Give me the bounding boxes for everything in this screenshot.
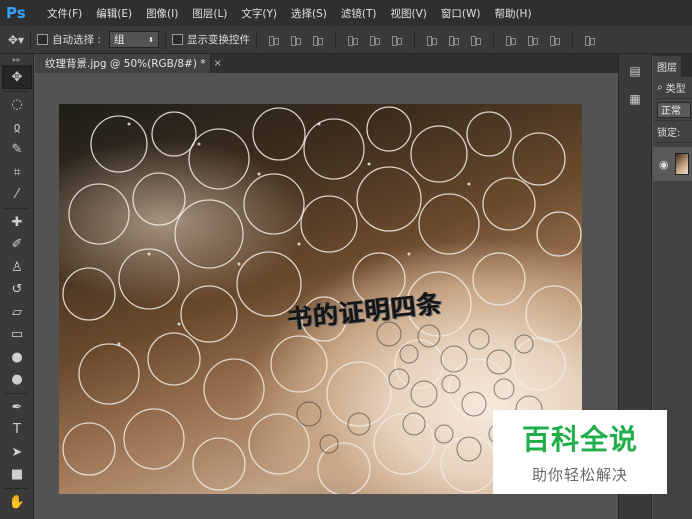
- distribute-right-icon[interactable]: [549, 34, 561, 46]
- eraser-tool-icon[interactable]: ▱: [2, 301, 32, 324]
- blend-mode-dropdown[interactable]: 正常: [657, 101, 691, 118]
- brush-tool-icon[interactable]: ✐: [2, 234, 32, 257]
- dropdown-arrows-icon: ⬍: [148, 35, 154, 44]
- divider: [164, 30, 166, 49]
- align-right-icon[interactable]: [391, 34, 403, 46]
- menu-select[interactable]: 选择(S): [284, 6, 334, 21]
- show-transform-label: 显示变换控件: [186, 34, 250, 46]
- path-selection-tool-icon[interactable]: ➤: [2, 441, 32, 464]
- layer-item[interactable]: ◉: [653, 147, 692, 181]
- layer-kind-filter[interactable]: 类型: [666, 80, 686, 95]
- history-brush-tool-icon[interactable]: ↺: [2, 279, 32, 302]
- distribute-left-icon[interactable]: [505, 34, 517, 46]
- divider: [571, 30, 573, 49]
- lock-row: 锁定:: [653, 121, 692, 143]
- align-bottom-icon[interactable]: [312, 34, 324, 46]
- blur-tool-icon[interactable]: ●: [2, 346, 32, 369]
- distribute-vcenter-icon[interactable]: [448, 34, 460, 46]
- align-top-icon[interactable]: [268, 34, 280, 46]
- divider: [413, 30, 415, 49]
- dodge-tool-icon[interactable]: ●: [2, 369, 32, 392]
- menu-bar: Ps 文件(F) 编辑(E) 图像(I) 图层(L) 文字(Y) 选择(S) 滤…: [0, 0, 692, 26]
- menu-image[interactable]: 图像(I): [139, 6, 185, 21]
- pen-tool-icon[interactable]: ✒: [2, 396, 32, 419]
- lock-label: 锁定:: [657, 128, 681, 139]
- clone-stamp-tool-icon[interactable]: ♙: [2, 256, 32, 279]
- panel-collapse-icon[interactable]: ▸▸: [0, 54, 33, 66]
- blend-mode-value: 正常: [661, 106, 681, 117]
- history-panel-icon[interactable]: ▤: [623, 60, 647, 82]
- align-left-icon[interactable]: [347, 34, 359, 46]
- eye-icon[interactable]: ◉: [659, 158, 669, 171]
- document-tab[interactable]: 纹理背景.jpg @ 50%(RGB/8#) * ×: [35, 54, 222, 73]
- crop-tool-icon[interactable]: ⌗: [2, 161, 32, 184]
- divider: [334, 30, 336, 49]
- close-icon[interactable]: ×: [214, 58, 222, 69]
- menu-filter[interactable]: 滤镜(T): [334, 6, 384, 21]
- divider: [4, 208, 29, 209]
- watermark-subtitle: 助你轻松解决: [531, 466, 628, 484]
- auto-align-icon[interactable]: [584, 34, 596, 46]
- show-transform-checkbox[interactable]: [171, 34, 183, 45]
- document-tab-title: 纹理背景.jpg @ 50%(RGB/8#) *: [45, 58, 206, 70]
- auto-select-dropdown[interactable]: 组 ⬍: [108, 31, 159, 48]
- move-tool-icon[interactable]: ✥: [2, 66, 32, 89]
- divider: [492, 30, 494, 49]
- layer-thumbnail: [674, 153, 689, 175]
- align-vcenter-icon[interactable]: [290, 34, 302, 46]
- type-tool-icon[interactable]: T: [2, 419, 32, 442]
- distribute-hcenter-icon[interactable]: [527, 34, 539, 46]
- options-bar: ✥▾ 自动选择 : 组 ⬍ 显示变换控件: [0, 26, 692, 54]
- divider: [255, 30, 257, 49]
- auto-select-checkbox[interactable]: [37, 34, 49, 45]
- hand-tool-icon[interactable]: ✋: [2, 491, 32, 514]
- menu-edit[interactable]: 编辑(E): [89, 6, 139, 21]
- menu-window[interactable]: 窗口(W): [434, 6, 488, 21]
- gradient-tool-icon[interactable]: ▭: [2, 324, 32, 347]
- marquee-tool-icon[interactable]: ◌: [2, 94, 32, 117]
- healing-brush-tool-icon[interactable]: ✚: [2, 211, 32, 234]
- auto-select-value: 组: [113, 34, 125, 46]
- layers-panel-tab-bar: 图层: [653, 54, 692, 77]
- rectangle-tool-icon[interactable]: ■: [2, 464, 32, 487]
- distribute-top-icon[interactable]: [426, 34, 438, 46]
- lasso-tool-icon[interactable]: ჲ: [2, 116, 32, 139]
- divider: [4, 90, 29, 92]
- document-tab-bar: 纹理背景.jpg @ 50%(RGB/8#) * ×: [35, 54, 618, 73]
- quick-select-tool-icon[interactable]: ✎: [2, 139, 32, 162]
- photoshop-logo: Ps: [6, 4, 26, 22]
- layer-filter-row: ⌕ 类型: [653, 77, 692, 99]
- menu-view[interactable]: 视图(V): [383, 6, 433, 21]
- blend-mode-row: 正常: [653, 99, 692, 121]
- divider: [4, 488, 29, 489]
- layers-tab[interactable]: 图层: [653, 56, 681, 77]
- tools-panel: ▸▸ ✥ ◌ ჲ ✎ ⌗ ⁄ ✚ ✐ ♙ ↺ ▱ ▭ ● ● ✒ T ➤ ■ ✋: [0, 54, 34, 519]
- menu-file[interactable]: 文件(F): [40, 6, 89, 21]
- menu-help[interactable]: 帮助(H): [487, 6, 538, 21]
- eyedropper-tool-icon[interactable]: ⁄: [2, 184, 32, 207]
- watermark-title: 百科全说: [521, 423, 638, 456]
- search-icon: ⌕: [657, 82, 663, 93]
- divider: [4, 393, 29, 394]
- properties-panel-icon[interactable]: ▦: [623, 88, 647, 110]
- menu-type[interactable]: 文字(Y): [234, 6, 284, 21]
- auto-select-label: 自动选择 :: [52, 34, 101, 46]
- divider: [30, 30, 32, 49]
- move-tool-preset-icon[interactable]: ✥▾: [8, 33, 24, 47]
- distribute-bottom-icon[interactable]: [470, 34, 482, 46]
- align-hcenter-icon[interactable]: [369, 34, 381, 46]
- menu-layer[interactable]: 图层(L): [185, 6, 234, 21]
- watermark: 百科全说 助你轻松解决: [493, 410, 667, 494]
